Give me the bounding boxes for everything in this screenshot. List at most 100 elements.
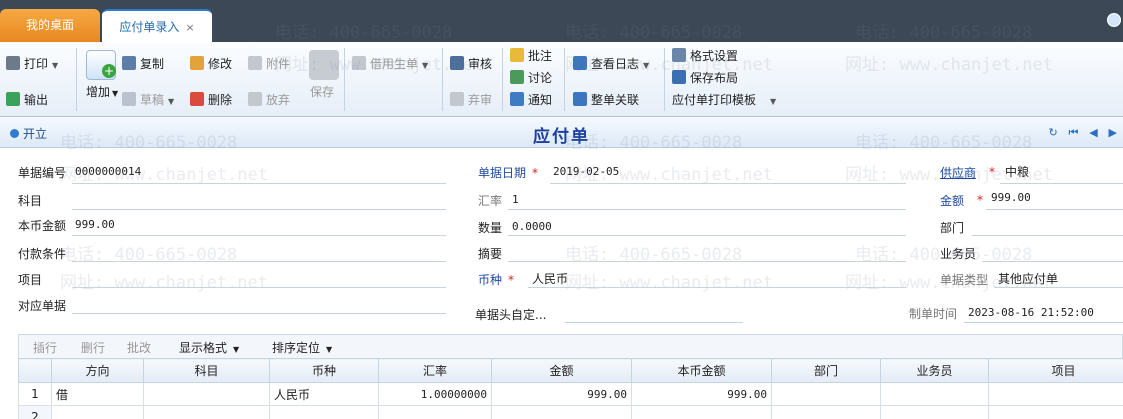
toolbar-divider (564, 48, 565, 111)
unaudit-button[interactable]: 弃审 (450, 90, 492, 110)
link-icon (573, 92, 587, 106)
add-dropdown-icon[interactable]: ▼ (112, 89, 118, 98)
borrow-generate-button[interactable]: 借用生单 ▼ (352, 54, 428, 74)
supplier-field[interactable]: 中粮 (1005, 163, 1029, 180)
cell-project[interactable] (988, 405, 1123, 419)
page-title: 应付单 (533, 127, 590, 147)
link-all-button[interactable]: 整单关联 (573, 90, 639, 110)
project-field[interactable] (72, 287, 446, 288)
cell-rate[interactable]: 1.00000000 (378, 382, 492, 406)
cell-project[interactable] (988, 382, 1123, 406)
draft-dropdown-icon[interactable]: ▼ (168, 97, 174, 106)
cell-local-amount[interactable] (631, 405, 772, 419)
window-menu-icon[interactable] (1107, 13, 1121, 27)
cell-salesman[interactable] (880, 405, 989, 419)
cell-direction[interactable] (51, 405, 144, 419)
supplier-label[interactable]: 供应商 (940, 164, 976, 181)
print-button[interactable]: 打印 ▼ (6, 54, 58, 74)
cell-amount[interactable] (491, 405, 632, 419)
column-header-project[interactable]: 项目 (988, 358, 1123, 383)
first-record-icon[interactable]: ⏮ (1069, 126, 1079, 140)
cell-currency[interactable]: 人民币 (269, 382, 379, 406)
custom-header-field[interactable] (565, 322, 743, 323)
export-button[interactable]: 输出 (6, 90, 48, 110)
cell-direction[interactable]: 借 (51, 382, 144, 406)
column-header-dept[interactable]: 部门 (771, 358, 881, 383)
rate-field[interactable]: 1 (512, 193, 519, 206)
sort-locate-button[interactable]: 排序定位 ▼ (272, 339, 332, 356)
abandon-button[interactable]: 放弃 (248, 90, 290, 110)
grid-toolbar: 插行 删行 批改 显示格式 ▼ 排序定位 ▼ (18, 334, 1123, 358)
save-layout-button[interactable]: 保存布局 (672, 68, 738, 88)
cell-dept[interactable] (771, 405, 881, 419)
display-format-dropdown-icon[interactable]: ▼ (233, 345, 239, 354)
currency-field[interactable]: 人民币 (532, 270, 568, 287)
cell-subject[interactable] (143, 382, 270, 406)
attachment-button[interactable]: 附件 (248, 54, 290, 74)
cell-amount[interactable]: 999.00 (491, 382, 632, 406)
column-header-rate[interactable]: 汇率 (378, 358, 492, 383)
borrow-dropdown-icon[interactable]: ▼ (422, 61, 428, 70)
cell-dept[interactable] (771, 382, 881, 406)
view-log-button[interactable]: 查看日志 ▼ (573, 54, 649, 74)
print-template-dropdown-icon[interactable]: ▼ (770, 97, 776, 106)
batch-edit-button[interactable]: 批改 (127, 339, 151, 356)
summary-field[interactable] (508, 261, 906, 262)
edit-button[interactable]: 修改 (190, 54, 232, 74)
cell-salesman[interactable] (880, 382, 989, 406)
cell-currency[interactable] (269, 405, 379, 419)
insert-row-button[interactable]: 插行 (33, 339, 57, 356)
custom-header-label[interactable]: 单据头自定... (475, 306, 546, 323)
table-row[interactable]: 1 借 人民币 1.00000000 999.00 999.00 (18, 382, 1123, 406)
salesman-field[interactable] (982, 261, 1123, 262)
audit-button[interactable]: 审核 (450, 54, 492, 74)
copy-button[interactable]: 复制 (122, 54, 164, 74)
copy-icon (122, 56, 136, 70)
column-header-subject[interactable]: 科目 (143, 358, 270, 383)
tab-payable-entry[interactable]: 应付单录入 × (102, 9, 212, 42)
save-button[interactable]: 保存 (310, 84, 334, 100)
delete-row-button[interactable]: 删行 (81, 339, 105, 356)
next-record-icon[interactable]: ▶ (1109, 126, 1117, 139)
discuss-button[interactable]: 讨论 (510, 68, 552, 88)
doc-no-field[interactable]: 0000000014 (75, 165, 141, 178)
column-header-currency[interactable]: 币种 (269, 358, 379, 383)
delete-button[interactable]: 删除 (190, 90, 232, 110)
print-label: 打印 (24, 57, 49, 71)
amount-field[interactable]: 999.00 (991, 191, 1031, 204)
column-header-amount[interactable]: 金额 (491, 358, 632, 383)
qty-field[interactable]: 0.0000 (512, 220, 552, 233)
cell-subject[interactable] (143, 405, 270, 419)
required-mark: * (977, 193, 983, 207)
print-template-select[interactable]: 应付单打印模板 ▼ (672, 90, 776, 110)
local-amount-field[interactable]: 999.00 (75, 218, 115, 231)
draft-button[interactable]: 草稿 ▼ (122, 90, 174, 110)
column-header-local-amount[interactable]: 本币金额 (631, 358, 772, 383)
notify-button[interactable]: 通知 (510, 90, 552, 110)
previous-record-icon[interactable]: ◀ (1089, 126, 1097, 139)
doc-type-field[interactable]: 其他应付单 (998, 270, 1058, 287)
sort-locate-dropdown-icon[interactable]: ▼ (326, 345, 332, 354)
view-log-dropdown-icon[interactable]: ▼ (643, 61, 649, 70)
column-header-direction[interactable]: 方向 (51, 358, 144, 383)
header-form: 单据编号 0000000014 科目 本币金额 999.00 付款条件 项目 对… (0, 149, 1123, 329)
display-format-button[interactable]: 显示格式 ▼ (179, 339, 239, 356)
column-header-salesman[interactable]: 业务员 (880, 358, 989, 383)
print-dropdown-icon[interactable]: ▼ (52, 61, 58, 70)
add-button[interactable]: 增加 ▼ (86, 84, 118, 102)
dept-field[interactable] (972, 235, 1123, 236)
required-mark: * (508, 273, 515, 287)
tab-close-icon[interactable]: × (185, 21, 194, 34)
save-layout-label: 保存布局 (690, 71, 739, 85)
table-row[interactable]: 2 (18, 405, 1123, 419)
cell-rate[interactable] (378, 405, 492, 419)
notify-label: 通知 (528, 93, 553, 107)
format-setting-button[interactable]: 格式设置 (672, 46, 738, 66)
doc-date-field[interactable]: 2019-02-05 (553, 165, 619, 178)
cell-local-amount[interactable]: 999.00 (631, 382, 772, 406)
pay-terms-field[interactable] (72, 261, 446, 262)
related-doc-field[interactable] (72, 313, 446, 314)
annotate-button[interactable]: 批注 (510, 46, 552, 66)
tab-my-desktop[interactable]: 我的桌面 (0, 9, 100, 42)
refresh-icon[interactable]: ↻ (1048, 126, 1057, 139)
